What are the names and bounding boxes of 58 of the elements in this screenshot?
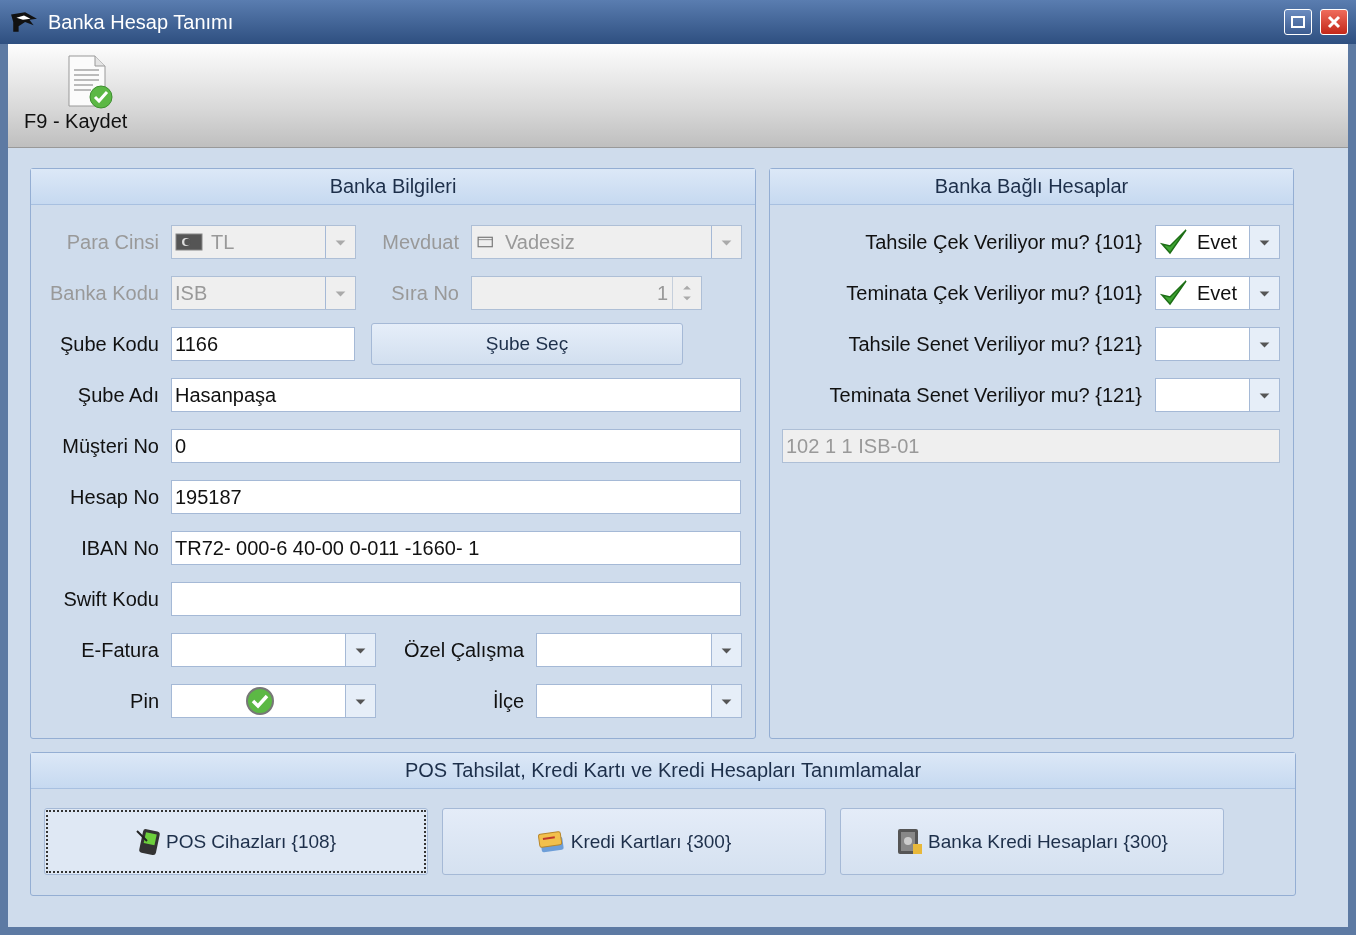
branch-select-button[interactable]: Şube Seç	[371, 323, 683, 365]
credit-cards-icon	[536, 829, 567, 854]
field-label: Hesap No	[69, 485, 159, 509]
spin-value: 1	[655, 281, 669, 305]
field-label: İlçe	[491, 689, 524, 713]
maximize-button[interactable]	[1284, 9, 1312, 35]
field-label: Teminata Çek Veriliyor mu? {101}	[845, 281, 1142, 305]
field-label: Banka Kodu	[49, 281, 159, 305]
combo-value: Evet	[1197, 230, 1238, 254]
text-field[interactable]: 0	[171, 429, 741, 463]
flag-icon	[175, 232, 203, 252]
combo-value: Evet	[1197, 281, 1238, 305]
combo-box[interactable]	[1155, 327, 1280, 361]
text-field[interactable]	[171, 582, 741, 616]
field-label: Sıra No	[390, 281, 459, 305]
handheld-device-icon	[135, 827, 162, 856]
cards-button[interactable]: Kredi Kartları {300}	[442, 808, 826, 875]
field-label: Para Cinsi	[65, 230, 159, 254]
text-field[interactable]: 1166	[171, 327, 355, 361]
combo-value: ISB	[175, 281, 208, 305]
check-icon	[1159, 278, 1189, 308]
field-label: Teminata Senet Veriliyor mu? {121}	[828, 383, 1142, 407]
field-label: Swift Kodu	[62, 587, 159, 611]
field-label: Tahsile Çek Veriliyor mu? {101}	[864, 230, 1142, 254]
text-field[interactable]: TR72- 000-6 40-00 0-011 -1660- 1	[171, 531, 741, 565]
field-label: E-Fatura	[80, 638, 159, 662]
close-button[interactable]	[1320, 9, 1348, 35]
combo-box[interactable]: Evet	[1155, 276, 1280, 310]
text-field[interactable]: Hasanpaşa	[171, 378, 741, 412]
text-field[interactable]: 195187	[171, 480, 741, 514]
combo-box[interactable]	[536, 633, 742, 667]
save-button[interactable]: F9 - Kaydet	[18, 44, 134, 133]
pos-button[interactable]: POS Cihazları {108}	[44, 808, 428, 875]
combo-box[interactable]: Evet	[1155, 225, 1280, 259]
field-label: Özel Çalışma	[402, 638, 524, 662]
safe-button[interactable]: Banka Kredi Hesapları {300}	[840, 808, 1224, 875]
field-label: Pin	[129, 689, 159, 713]
field-label: IBAN No	[80, 536, 159, 560]
combo-box[interactable]	[536, 684, 742, 718]
field-label: Tahsile Senet Veriliyor mu? {121}	[847, 332, 1142, 356]
safe-icon	[896, 826, 925, 857]
field-label: Mevduat	[381, 230, 459, 254]
app-icon	[10, 11, 38, 33]
field-label: Şube Kodu	[59, 332, 159, 356]
field-label: Müşteri No	[61, 434, 159, 458]
combo-box[interactable]	[171, 633, 376, 667]
field-label: Şube Adı	[76, 383, 159, 407]
combo-box[interactable]	[1155, 378, 1280, 412]
combo-value: Vadesiz	[505, 230, 575, 254]
combo-box[interactable]	[171, 684, 376, 718]
panel-title: Banka Bağlı Hesaplar	[770, 169, 1293, 205]
check-icon	[1159, 227, 1189, 257]
panel-title: POS Tahsilat, Kredi Kartı ve Kredi Hesapları Tanımlamalar	[31, 753, 1295, 789]
window-title: Banka Hesap Tanımı	[48, 10, 235, 34]
maximize-icon	[1291, 16, 1305, 28]
combo-value: TL	[211, 230, 235, 254]
close-icon	[1327, 15, 1341, 29]
panel-title: Banka Bilgileri	[31, 169, 755, 205]
